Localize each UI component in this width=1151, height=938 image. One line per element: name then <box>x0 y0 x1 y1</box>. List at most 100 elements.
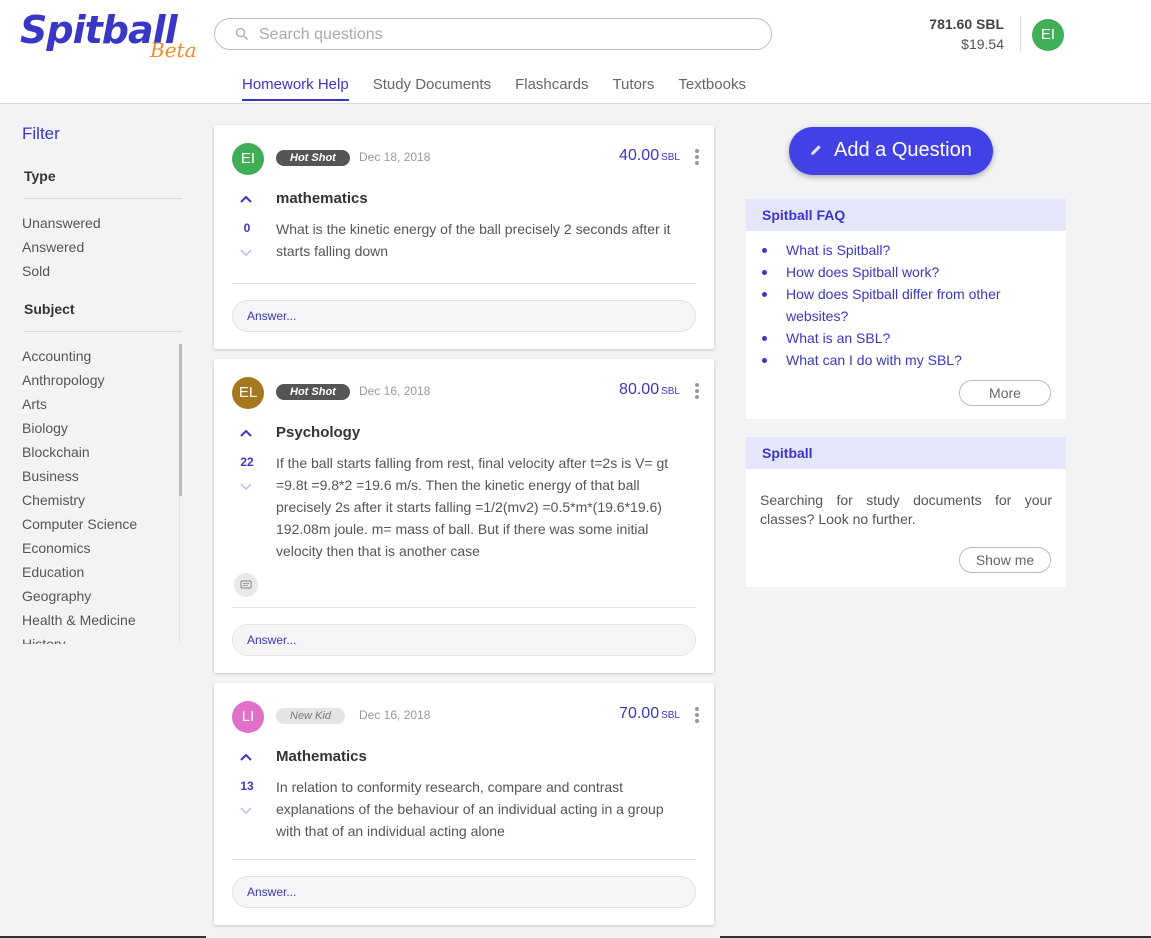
search-icon <box>235 27 248 40</box>
upvote-icon[interactable] <box>240 753 252 761</box>
faq-panel: Spitball FAQ What is Spitball? How does … <box>746 199 1066 419</box>
downvote-icon[interactable] <box>240 483 252 491</box>
search-input[interactable] <box>259 24 749 46</box>
price-value: 80.00 <box>619 381 660 398</box>
question-card[interactable]: EI Hot Shot Dec 18, 2018 40.00 SBL 0 math… <box>214 125 714 349</box>
answer-input[interactable]: Answer... <box>232 876 696 908</box>
card-separator <box>232 283 696 284</box>
question-card[interactable]: LI New Kid Dec 16, 2018 70.00 SBL 13 Math… <box>214 683 714 925</box>
promo-text: Searching for study documents for your c… <box>760 492 1052 527</box>
more-options-icon[interactable] <box>694 149 700 167</box>
subject-list: Accounting Anthropology Arts Biology Blo… <box>22 344 182 644</box>
tab-tutors[interactable]: Tutors <box>612 76 654 101</box>
filter-subject-title: Subject <box>24 301 182 332</box>
filter-subject-arts[interactable]: Arts <box>22 392 182 416</box>
vote-count: 0 <box>243 221 251 235</box>
subject-scrollbar[interactable] <box>179 344 182 496</box>
filter-subject-business[interactable]: Business <box>22 464 182 488</box>
faq-link[interactable]: What can I do with my SBL? <box>762 349 1050 371</box>
spitball-logo[interactable]: Spitball Beta <box>20 8 200 66</box>
filter-type-title: Type <box>24 168 182 199</box>
user-avatar[interactable]: EI <box>1032 19 1064 51</box>
question-price: 80.00 SBL <box>619 381 680 399</box>
filter-subject-anthropology[interactable]: Anthropology <box>22 368 182 392</box>
question-subject: Mathematics <box>276 748 367 765</box>
filter-subject-geography[interactable]: Geography <box>22 584 182 608</box>
tab-textbooks[interactable]: Textbooks <box>678 76 746 101</box>
filter-type-unanswered[interactable]: Unanswered <box>22 211 182 235</box>
question-price: 70.00 SBL <box>619 705 680 723</box>
promo-panel: Spitball Searching for study documents f… <box>746 437 1066 587</box>
filter-title: Filter <box>22 124 60 143</box>
question-card[interactable]: EL Hot Shot Dec 16, 2018 80.00 SBL 22 Psy… <box>214 359 714 673</box>
main-nav: Homework Help Study Documents Flashcards… <box>242 76 746 101</box>
price-value: 40.00 <box>619 147 660 164</box>
tab-study-documents[interactable]: Study Documents <box>373 76 491 101</box>
upvote-icon[interactable] <box>240 195 252 203</box>
price-unit: SBL <box>661 386 680 397</box>
type-list: Unanswered Answered Sold <box>22 211 182 283</box>
answer-input[interactable]: Answer... <box>232 624 696 656</box>
show-me-button[interactable]: Show me <box>959 547 1051 573</box>
question-date: Dec 16, 2018 <box>359 384 431 398</box>
comment-icon[interactable] <box>234 573 258 597</box>
card-separator <box>232 607 696 608</box>
card-separator <box>232 859 696 860</box>
filter-subject-health-medicine[interactable]: Health & Medicine <box>22 608 182 632</box>
tab-homework-help[interactable]: Homework Help <box>242 76 349 101</box>
rank-badge: Hot Shot <box>276 150 350 166</box>
faq-link[interactable]: What is Spitball? <box>762 239 1050 261</box>
usd-balance: $19.54 <box>961 36 1004 52</box>
question-text[interactable]: In relation to conformity research, comp… <box>276 776 686 842</box>
price-value: 70.00 <box>619 705 660 722</box>
vote-count: 13 <box>240 779 254 793</box>
add-question-label: Add a Question <box>834 139 972 161</box>
author-avatar[interactable]: EL <box>232 377 264 409</box>
faq-list: What is Spitball? How does Spitball work… <box>746 231 1066 371</box>
faq-link[interactable]: How does Spitball differ from other webs… <box>762 283 1050 327</box>
downvote-icon[interactable] <box>240 807 252 815</box>
filter-subject-blockchain[interactable]: Blockchain <box>22 440 182 464</box>
rank-badge: New Kid <box>276 708 345 724</box>
pencil-icon <box>811 145 821 155</box>
filter-type-sold[interactable]: Sold <box>22 259 182 283</box>
author-avatar[interactable]: LI <box>232 701 264 733</box>
question-date: Dec 18, 2018 <box>359 150 431 164</box>
add-question-button[interactable]: Add a Question <box>789 127 993 175</box>
filter-subject-history[interactable]: History <box>22 632 182 644</box>
faq-title: Spitball FAQ <box>746 199 1066 231</box>
faq-more-button[interactable]: More <box>959 380 1051 406</box>
header-divider <box>1020 16 1021 52</box>
downvote-icon[interactable] <box>240 249 252 257</box>
faq-link[interactable]: What is an SBL? <box>762 327 1050 349</box>
vote-count: 22 <box>240 455 254 469</box>
upvote-icon[interactable] <box>240 429 252 437</box>
filter-panel: Filter Type Unanswered Answered Sold Sub… <box>22 124 182 644</box>
price-unit: SBL <box>661 152 680 163</box>
search-bar <box>214 18 772 50</box>
filter-subject-education[interactable]: Education <box>22 560 182 584</box>
filter-subject-biology[interactable]: Biology <box>22 416 182 440</box>
price-unit: SBL <box>661 710 680 721</box>
answer-input[interactable]: Answer... <box>232 300 696 332</box>
filter-subject-accounting[interactable]: Accounting <box>22 344 182 368</box>
question-subject: Psychology <box>276 424 361 441</box>
question-text[interactable]: If the ball starts falling from rest, fi… <box>276 452 686 562</box>
rank-badge: Hot Shot <box>276 384 350 400</box>
promo-title: Spitball <box>746 437 1066 469</box>
author-avatar[interactable]: EI <box>232 143 264 175</box>
filter-type-answered[interactable]: Answered <box>22 235 182 259</box>
wallet-balance[interactable]: 781.60 SBL $19.54 <box>929 16 1004 52</box>
header: Spitball Beta 781.60 SBL $19.54 EI Homew… <box>0 0 1151 104</box>
filter-subject-chemistry[interactable]: Chemistry <box>22 488 182 512</box>
question-subject: mathematics <box>276 190 368 207</box>
sbl-balance: 781.60 SBL <box>929 16 1004 32</box>
filter-subject-economics[interactable]: Economics <box>22 536 182 560</box>
tab-flashcards[interactable]: Flashcards <box>515 76 588 101</box>
more-options-icon[interactable] <box>694 383 700 401</box>
filter-subject-computer-science[interactable]: Computer Science <box>22 512 182 536</box>
faq-link[interactable]: How does Spitball work? <box>762 261 1050 283</box>
question-text[interactable]: What is the kinetic energy of the ball p… <box>276 218 686 262</box>
logo-beta-tag: Beta <box>150 38 197 62</box>
more-options-icon[interactable] <box>694 707 700 725</box>
